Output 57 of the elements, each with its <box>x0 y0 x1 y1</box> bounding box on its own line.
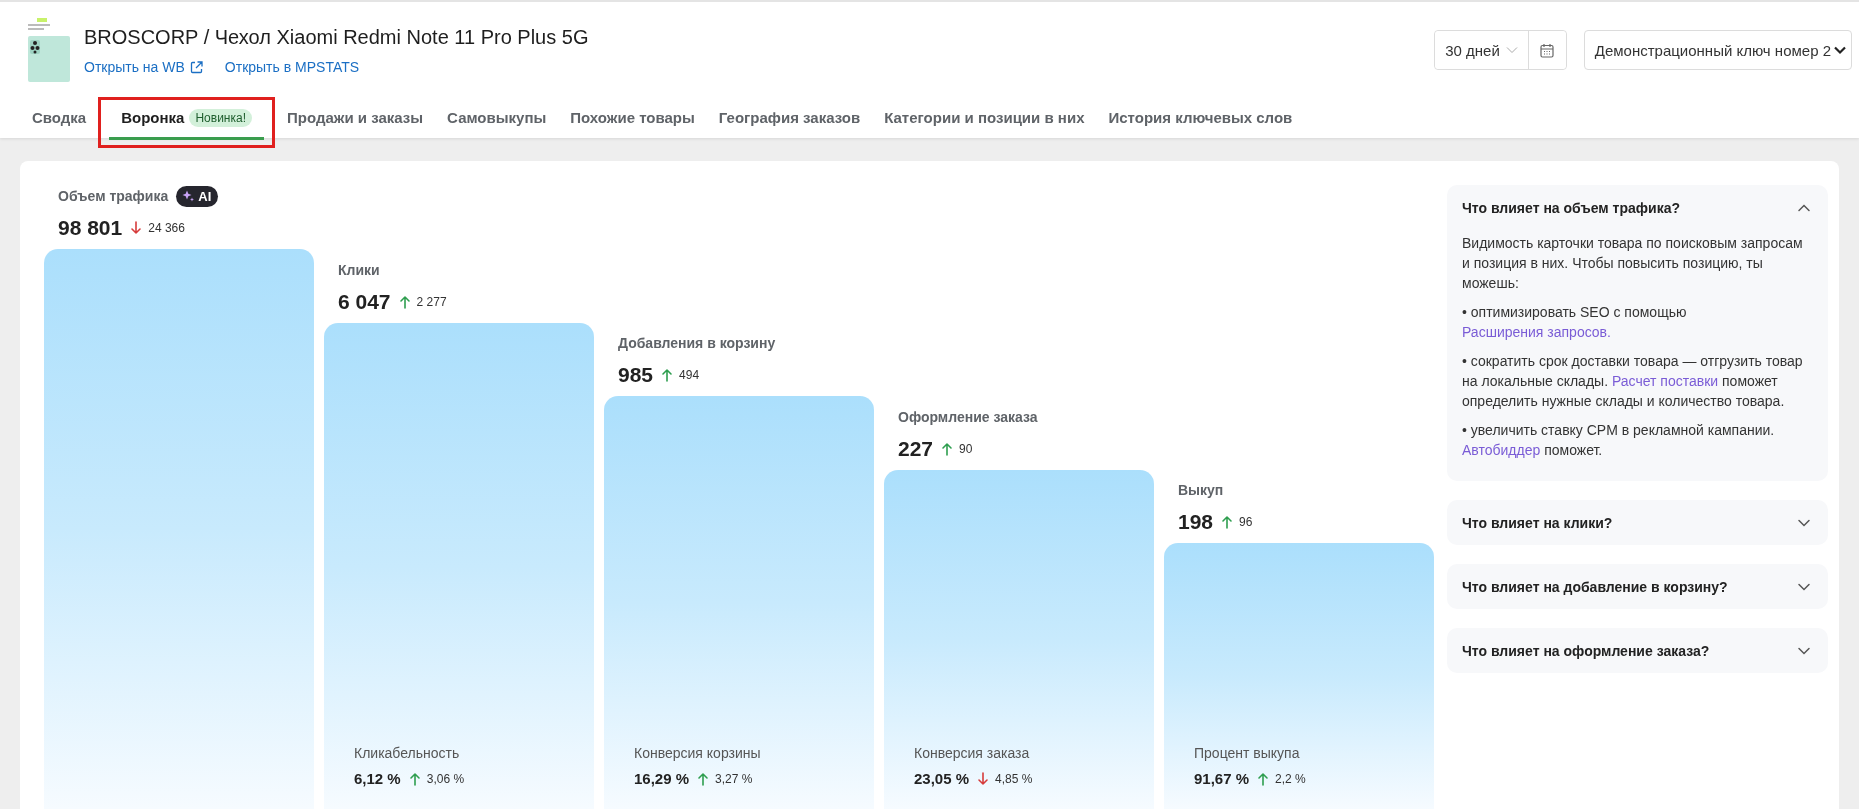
chevron-icon <box>1833 45 1847 55</box>
tab[interactable]: Сводка <box>20 100 99 140</box>
stage-change: 96 <box>1239 515 1253 529</box>
stage-change: 90 <box>959 441 973 456</box>
stage-value: 98 801 <box>58 216 123 240</box>
link[interactable]: Открыть в MPSTATS <box>224 59 360 75</box>
accordion-header[interactable]: Что влияет на добавление в корзину? <box>1447 564 1828 609</box>
tab[interactable]: История ключевых слов <box>1096 100 1305 140</box>
conversion-label: Кликабельность <box>354 745 461 761</box>
tip-text: Видимость карточки товара по поисковым запросам и позиция в них. Чтобы повысить позицию, ты можешь: <box>1462 234 1804 293</box>
ai-button[interactable]: AI <box>176 185 219 207</box>
conversion-value: 16,29 % <box>634 770 690 787</box>
calendar-icon <box>1540 42 1555 58</box>
tip-text: • сократить срок доставки товара — отгрузить товар на локальные склады. Расчет поставки поможет определить нужные склады и количество товара. <box>1462 352 1804 411</box>
tab[interactable]: Продажи и заказы <box>275 100 436 140</box>
product-title: BROSCORP / Чехол Xiaomi Redmi Note 11 Pro Plus 5G <box>84 25 589 50</box>
stage-value: 985 <box>618 363 654 387</box>
tip-text: • оптимизировать SEO с помощью Расширения запросов. <box>1462 303 1688 342</box>
tab[interactable]: География заказов <box>706 100 873 140</box>
tab[interactable]: Воронка Новинка! <box>109 100 264 140</box>
stage-value: 6 047 <box>338 289 391 314</box>
stage-label: Добавления в корзину <box>618 335 776 351</box>
chevron-icon <box>1505 46 1518 54</box>
tip-text: • увеличить ставку CPM в рекламной кампании. Автобиддер поможет. <box>1462 421 1776 460</box>
accordion-header[interactable]: Что влияет на оформление заказа? <box>1447 628 1828 673</box>
link[interactable]: Автобиддер <box>1462 442 1541 458</box>
tab[interactable]: Самовыкупы <box>435 100 559 140</box>
tab[interactable]: Похожие товары <box>558 100 707 140</box>
conversion-label: Процент выкупа <box>1194 745 1301 761</box>
stage-change: 24 366 <box>148 221 185 235</box>
stage-change: 2 277 <box>416 294 447 309</box>
stage-label: Оформление заказа <box>898 408 1038 425</box>
conversion-value: 91,67 % <box>1194 770 1250 787</box>
conversion-change: 3,06 % <box>426 771 465 786</box>
sparkle-icon <box>181 189 196 203</box>
link[interactable]: Открыть на WB <box>84 59 203 75</box>
conversion-change: 4,85 % <box>995 771 1033 786</box>
conversion-change: 2,2 % <box>1275 771 1306 786</box>
link[interactable]: Расчет поставки <box>1611 373 1719 389</box>
stage-value: 227 <box>898 436 934 461</box>
conversion-change: 3,27 % <box>715 771 753 786</box>
stage-label: Объем трафика <box>58 188 169 204</box>
accordion-header[interactable]: Что влияет на клики? <box>1447 500 1828 545</box>
calendar-button[interactable] <box>1527 31 1566 69</box>
conversion-value: 23,05 % <box>914 770 970 787</box>
api-key-dropdown[interactable]: Демонстрационный ключ номер 2 <box>1583 30 1852 70</box>
tab[interactable]: Категории и позиции в них <box>872 100 1097 140</box>
conversion-label: Конверсия заказа <box>914 745 1031 761</box>
new-badge: Новинка! <box>189 109 252 127</box>
stage-change: 494 <box>679 368 700 382</box>
conversion-value: 6,12 % <box>354 770 401 787</box>
link[interactable]: Расширения запросов. <box>1462 324 1611 340</box>
conversion-label: Конверсия корзины <box>634 745 762 761</box>
stage-value: 198 <box>1178 510 1214 534</box>
stage-label: Выкуп <box>1178 482 1224 498</box>
stage-label: Клики <box>338 261 380 278</box>
accordion-header[interactable]: Что влияет на объем трафика? <box>1447 185 1828 230</box>
